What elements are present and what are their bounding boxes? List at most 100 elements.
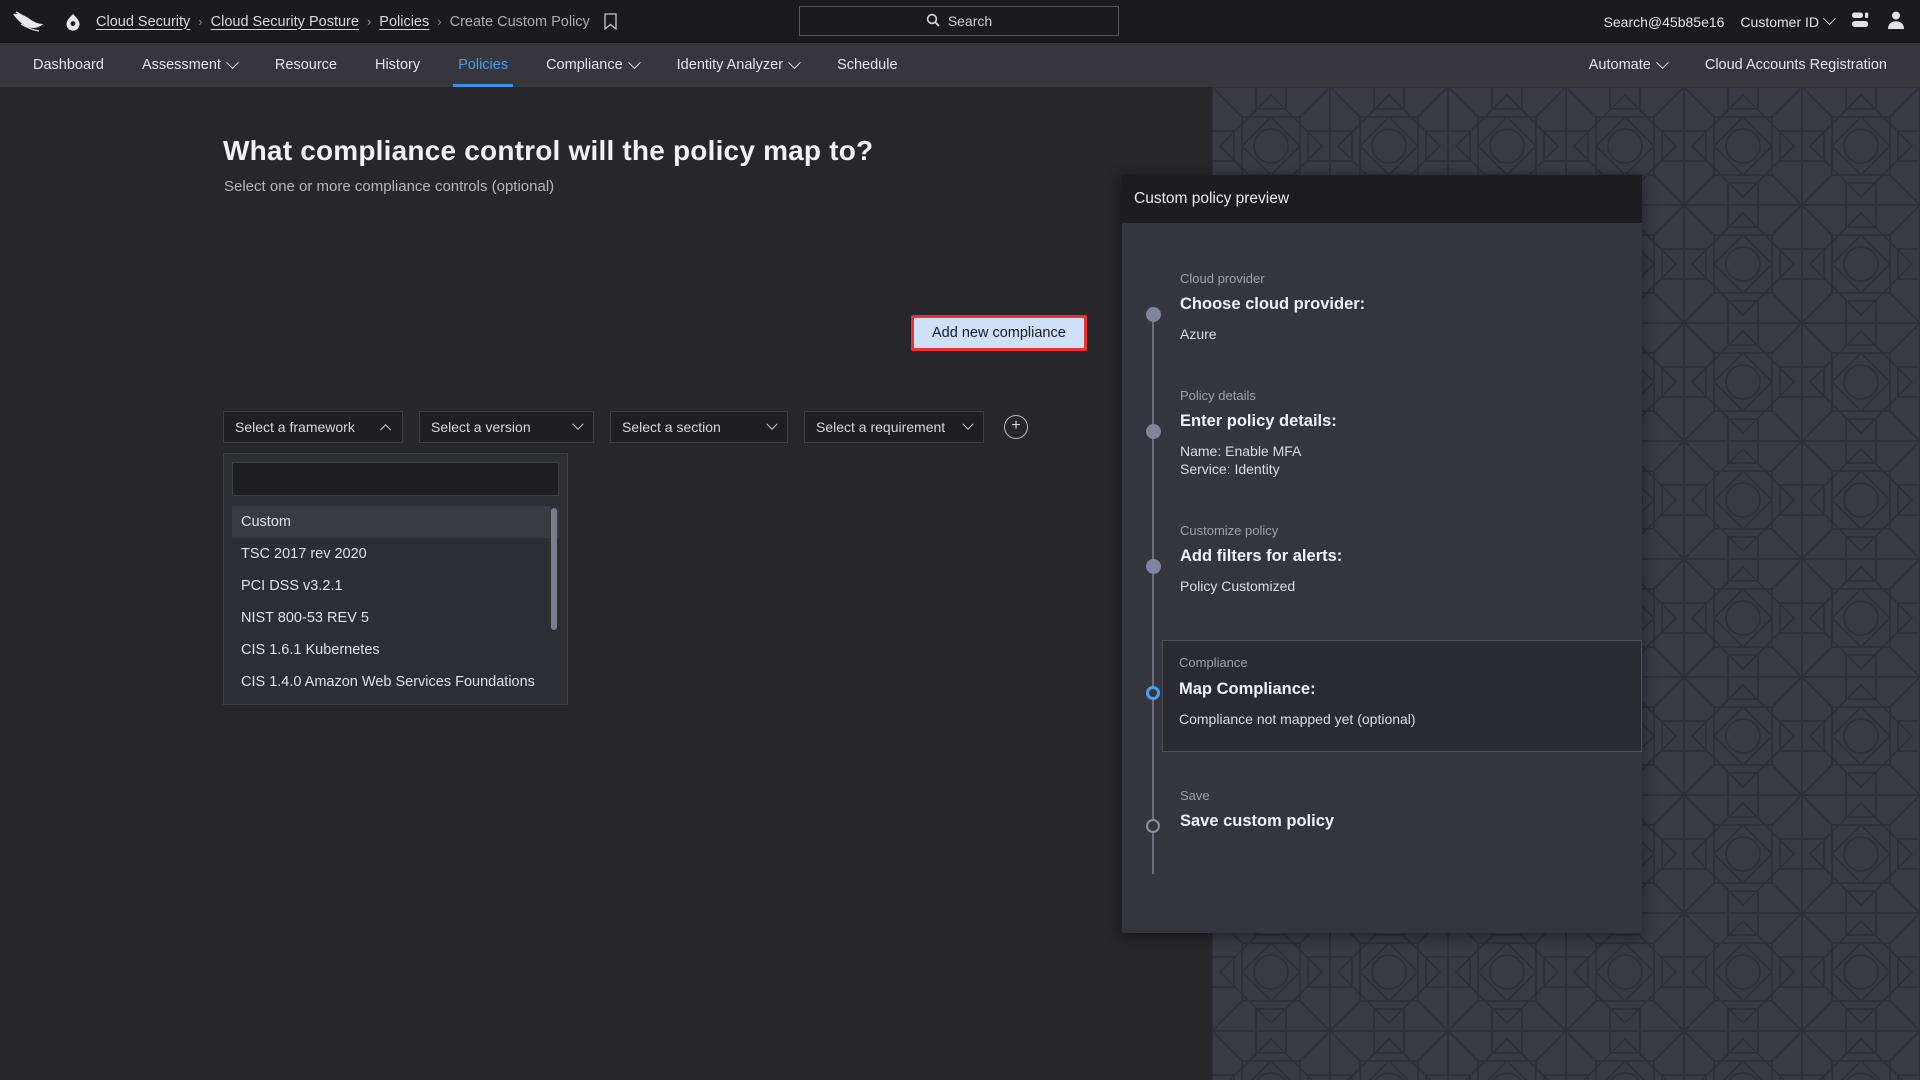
timeline-dot-active (1146, 685, 1160, 700)
step-kicker: Save (1180, 787, 1210, 803)
step-title: Enter policy details: (1180, 411, 1337, 430)
timeline-dot-done (1146, 558, 1161, 574)
chevron-down-icon (1655, 55, 1669, 69)
chevron-up-icon (379, 424, 392, 436)
select-framework-label: Select a framework (235, 419, 355, 435)
dropdown-option-cis-kubernetes[interactable]: CIS 1.6.1 Kubernetes (232, 634, 559, 666)
breadcrumb-item-cloud-security[interactable]: Cloud Security (96, 14, 190, 30)
primary-nav: Dashboard Assessment Resource History Po… (0, 43, 1920, 87)
dropdown-option-pci-dss[interactable]: PCI DSS v3.2.1 (232, 570, 559, 602)
breadcrumb: Cloud Security › Cloud Security Posture … (96, 13, 620, 31)
nav-item-cloud-accounts-registration[interactable]: Cloud Accounts Registration (1686, 43, 1906, 87)
dropdown-scrollbar-thumb[interactable] (551, 508, 557, 630)
step-kicker: Customize policy (1180, 522, 1279, 538)
step-detail-name: Name: Enable MFA (1180, 442, 1302, 459)
timeline-dot-done (1146, 423, 1161, 439)
search-icon (926, 13, 940, 30)
chevron-down-icon (627, 55, 641, 69)
nav-label: Resource (274, 57, 337, 73)
main-content-panel: What compliance control will the policy … (0, 87, 1212, 1080)
bookmark-icon[interactable] (604, 13, 620, 31)
preview-step-policy-details: Policy details Enter policy details: Nam… (1122, 388, 1642, 479)
active-step-card: Compliance Map Compliance: Compliance no… (1162, 639, 1642, 752)
nav-item-dashboard[interactable]: Dashboard (14, 43, 123, 87)
nav-label: History (374, 57, 421, 73)
nav-item-history[interactable]: History (356, 43, 439, 87)
page-subtitle: Select one or more compliance controls (… (224, 178, 555, 195)
step-detail: Azure (1180, 326, 1217, 342)
breadcrumb-item-policies[interactable]: Policies (379, 14, 429, 30)
step-kicker: Cloud provider (1180, 271, 1265, 286)
dropdown-option-tsc[interactable]: TSC 2017 rev 2020 (232, 538, 559, 570)
nav-label: Schedule (837, 57, 898, 73)
add-new-compliance-button[interactable]: Add new compliance (914, 318, 1084, 348)
plus-circle-icon: + (1011, 417, 1021, 434)
framework-dropdown-options: Custom TSC 2017 rev 2020 PCI DSS v3.2.1 … (232, 506, 559, 698)
breadcrumb-item-cloud-security-posture[interactable]: Cloud Security Posture (211, 14, 359, 30)
select-section[interactable]: Select a section (610, 411, 788, 443)
timeline-dot-done (1146, 307, 1161, 322)
falcon-logo-icon[interactable] (6, 0, 52, 43)
preview-panel-title: Custom policy preview (1122, 175, 1642, 223)
header-right-controls: Search@45b85e16 Customer ID (1604, 0, 1906, 43)
step-title: Save custom policy (1180, 811, 1335, 830)
nav-label: Compliance (546, 57, 623, 73)
select-version[interactable]: Select a version (419, 411, 594, 443)
step-detail: Policy Customized (1180, 577, 1296, 594)
select-requirement[interactable]: Select a requirement (804, 411, 984, 443)
dropdown-option-custom[interactable]: Custom (232, 506, 559, 538)
preview-step-compliance: Compliance Map Compliance: Compliance no… (1122, 639, 1642, 752)
nav-label: Cloud Accounts Registration (1704, 57, 1887, 73)
select-framework[interactable]: Select a framework (223, 411, 403, 443)
step-title: Add filters for alerts: (1180, 546, 1343, 565)
nav-item-automate[interactable]: Automate (1570, 43, 1686, 87)
global-search-input[interactable]: Search (799, 6, 1119, 36)
nav-item-resource[interactable]: Resource (256, 43, 356, 87)
nav-label: Dashboard (33, 57, 104, 73)
framework-dropdown-search-input[interactable] (232, 462, 559, 496)
preview-timeline: Cloud provider Choose cloud provider: Az… (1122, 223, 1642, 874)
breadcrumb-separator: › (366, 14, 372, 29)
user-avatar-icon[interactable] (1886, 10, 1906, 33)
timeline-dot-pending (1146, 818, 1160, 833)
nav-item-compliance[interactable]: Compliance (527, 43, 658, 87)
chevron-down-icon (572, 418, 584, 430)
select-requirement-label: Select a requirement (816, 419, 946, 435)
add-new-compliance-highlight: Add new compliance (911, 315, 1087, 351)
chevron-down-icon (766, 418, 778, 430)
chevron-down-icon (1823, 12, 1836, 26)
preview-step-customize-policy: Customize policy Add filters for alerts:… (1122, 523, 1642, 596)
nav-right-group: Automate Cloud Accounts Registration (1570, 43, 1906, 87)
compliance-selectors-row: Select a framework Select a version Sele… (223, 411, 1028, 443)
nav-item-assessment[interactable]: Assessment (123, 43, 256, 87)
breadcrumb-item-create-custom-policy: Create Custom Policy (449, 13, 590, 30)
select-version-label: Select a version (431, 419, 531, 435)
nav-label: Automate (1588, 57, 1651, 73)
app-switcher-icon[interactable] (1850, 11, 1870, 32)
step-kicker: Policy details (1180, 387, 1256, 403)
preview-step-cloud-provider: Cloud provider Choose cloud provider: Az… (1122, 271, 1642, 344)
step-title: Map Compliance: (1179, 679, 1316, 698)
dropdown-option-cis-aws-foundations[interactable]: CIS 1.4.0 Amazon Web Services Foundation… (232, 666, 559, 698)
nav-item-policies[interactable]: Policies (439, 43, 527, 87)
cloud-icon (62, 11, 84, 33)
chevron-down-icon (962, 418, 974, 430)
chevron-down-icon (788, 55, 801, 69)
nav-item-schedule[interactable]: Schedule (818, 43, 916, 87)
step-kicker: Compliance (1179, 654, 1248, 670)
nav-item-identity-analyzer[interactable]: Identity Analyzer (658, 43, 818, 87)
page-title: What compliance control will the policy … (223, 135, 874, 166)
add-compliance-row-button[interactable]: + (1004, 415, 1028, 439)
nav-label: Identity Analyzer (676, 57, 784, 73)
framework-dropdown-menu: Custom TSC 2017 rev 2020 PCI DSS v3.2.1 … (223, 453, 568, 705)
chevron-down-icon (226, 55, 239, 69)
dropdown-option-nist[interactable]: NIST 800-53 REV 5 (232, 602, 559, 634)
breadcrumb-separator: › (437, 14, 442, 29)
nav-label: Assessment (141, 57, 221, 73)
select-section-label: Select a section (622, 419, 721, 435)
customer-id-dropdown[interactable]: Customer ID (1740, 12, 1836, 30)
preview-step-save: Save Save custom policy (1122, 787, 1642, 833)
top-bar: Cloud Security › Cloud Security Posture … (0, 0, 1920, 43)
step-detail-service: Service: Identity (1180, 460, 1280, 477)
step-detail: Compliance not mapped yet (optional) (1179, 710, 1416, 727)
